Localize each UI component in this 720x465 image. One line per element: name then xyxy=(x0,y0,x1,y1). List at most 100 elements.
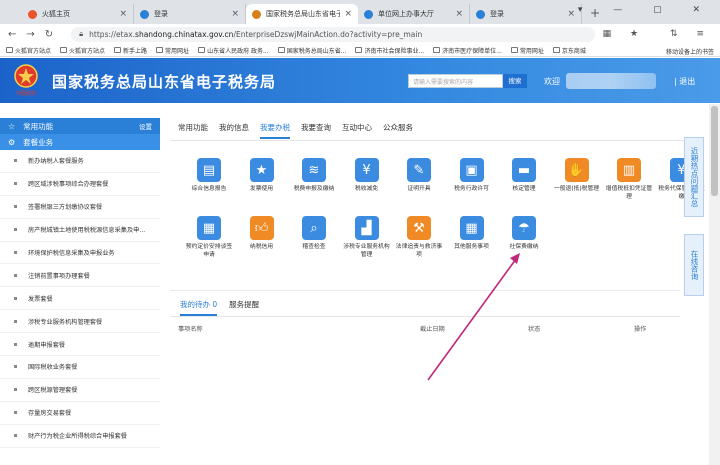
page-scrollbar[interactable] xyxy=(709,104,720,465)
service-tile[interactable]: ▦ 预约定价安排谈签申请 xyxy=(184,216,234,259)
service-tile[interactable]: ▥ 增值税抵扣凭证管理 xyxy=(604,158,654,201)
bullet-icon xyxy=(14,411,17,415)
hotspot-questions-panel[interactable]: 近期热点问题汇总 xyxy=(684,137,704,217)
voucher-icon: ▥ xyxy=(617,158,641,182)
bookmarks-bar: 火狐官方站点 火狐官方站点 新手上路 常用网址 山东省人民政府 政务... 国家税务总局山… xyxy=(0,44,720,57)
col-deadline: 截止日期 xyxy=(420,326,445,333)
service-tile[interactable]: ¥ 税收减免 xyxy=(342,158,392,193)
browser-tab[interactable]: 单位网上办事大厅 × xyxy=(358,4,470,24)
back-icon[interactable]: ← xyxy=(8,29,16,40)
main-tab[interactable]: 我要查询 xyxy=(301,122,331,139)
url-field[interactable]: 🔒︎ https://etax. shandong.chinatax.gov.cn… xyxy=(71,26,595,42)
browser-tab[interactable]: 登录 × xyxy=(134,4,246,24)
bookmark-item[interactable]: 山东省人民政府 政务... xyxy=(198,46,269,55)
sidebar-item[interactable]: 国际税收业务套餐 xyxy=(0,356,160,379)
service-tile[interactable]: ⚒ 法律追责与救济事项 xyxy=(394,216,444,259)
sidebar-item[interactable]: 存量房交易套餐 xyxy=(0,402,160,425)
service-tile[interactable]: ✋ 一般退(抵)税管理 xyxy=(552,158,602,193)
service-tile[interactable]: 👍︎ 纳税信用 xyxy=(237,216,287,251)
scrollbar-thumb[interactable] xyxy=(711,106,718,196)
sidebar-item[interactable]: 注销前置事项办理套餐 xyxy=(0,264,160,288)
bookmark-item[interactable]: 火狐官方站点 xyxy=(60,46,105,55)
bookmark-item[interactable]: 常用网址 xyxy=(156,46,189,55)
bookmark-item[interactable]: 新手上路 xyxy=(114,46,147,55)
tab-favicon-icon xyxy=(252,9,261,19)
todo-tab[interactable]: 服务提醒 xyxy=(229,299,259,316)
close-icon[interactable]: × xyxy=(567,9,575,19)
sidebar-item[interactable]: 财产行为税企业所得税综合申报套餐 xyxy=(0,425,160,448)
bullet-icon xyxy=(14,182,17,186)
service-tile[interactable]: ▣ 税务行政许可 xyxy=(447,158,497,193)
extensions-icon[interactable]: ⇅ ≡ xyxy=(670,29,712,39)
sidebar-item[interactable]: 签署税银三方划缴协议套餐 xyxy=(0,196,160,219)
sidebar-item[interactable]: 房产税城镇土地使用税税源信息采集及申... xyxy=(0,219,160,242)
sidebar-item[interactable]: 新办纳税人套餐服务 xyxy=(0,150,160,173)
todo-tab[interactable]: 我的待办 0 xyxy=(180,299,218,316)
close-icon[interactable]: × xyxy=(231,9,239,19)
folder-icon xyxy=(114,47,122,53)
sidebar-item[interactable]: 跨区税源管理套餐 xyxy=(0,379,160,402)
browser-tab[interactable]: 登录 × xyxy=(470,4,582,24)
tab-favicon-icon xyxy=(28,9,37,19)
license-icon: ▣ xyxy=(459,158,484,182)
online-consult-panel[interactable]: 在线咨询 xyxy=(684,234,704,296)
bullet-icon xyxy=(14,319,17,323)
sidebar-package-header[interactable]: ⚙ 套餐业务 xyxy=(0,134,160,150)
bookmark-item[interactable]: 济南市医疗保障单位... xyxy=(433,46,502,55)
main-tab[interactable]: 常用功能 xyxy=(178,122,208,139)
welcome-text: 欢迎 xyxy=(544,77,560,86)
browser-tab[interactable]: 国家税务总局山东省电子税务局× xyxy=(246,4,358,24)
close-icon[interactable]: × xyxy=(455,9,463,19)
bullet-icon xyxy=(14,159,17,163)
layers-icon: ≋ xyxy=(302,158,326,182)
browser-tab[interactable]: 火狐主页 × xyxy=(22,4,134,24)
bookmark-item[interactable]: 火狐官方站点 xyxy=(6,46,51,55)
service-tile[interactable]: ≋ 税费申报及缴纳 xyxy=(289,158,339,193)
lock-icon: 🔒︎ xyxy=(79,29,84,38)
settings-link[interactable]: 设置 xyxy=(139,121,152,131)
bookmark-item[interactable]: 京东商城 xyxy=(552,46,586,55)
service-tile[interactable]: ☂ 社保费缴纳 xyxy=(499,216,549,251)
close-icon[interactable]: × xyxy=(119,9,127,19)
todo-panel: 我的待办 0 服务提醒 事项名称 截止日期 状态 操作 xyxy=(170,290,680,465)
search-input[interactable]: 请输入需要搜索的内容 xyxy=(408,74,503,88)
service-tile[interactable]: ⌕ 稽查检查 xyxy=(289,216,339,251)
main-tab[interactable]: 我要办税 xyxy=(260,122,290,139)
sidebar-common-header[interactable]: ☆ 常用功能 设置 xyxy=(0,118,160,134)
service-tile[interactable]: ✎ 证明开具 xyxy=(394,158,444,193)
bullet-icon xyxy=(14,251,17,254)
search-button[interactable]: 搜索 xyxy=(503,74,527,88)
main-tab[interactable]: 我的信息 xyxy=(219,122,249,139)
bullet-icon xyxy=(14,205,17,209)
reload-icon[interactable]: ↻ xyxy=(45,29,53,40)
folder-icon xyxy=(6,47,13,53)
folder-icon xyxy=(277,47,285,53)
main-tab[interactable]: 互动中心 xyxy=(342,122,372,139)
bookmark-star-icon[interactable]: ▦ ★ xyxy=(603,29,646,39)
service-tile[interactable]: ▟ 涉税专业服务机构管理 xyxy=(342,216,392,259)
close-icon[interactable]: × xyxy=(344,9,352,19)
service-tile[interactable]: ▦ 其他服务事项 xyxy=(447,216,497,251)
service-tile[interactable]: ▤ 综合信息报告 xyxy=(184,158,234,193)
sidebar-item[interactable]: 涉税专业服务机构管理套餐 xyxy=(0,310,160,334)
service-tile[interactable]: ★ 发票使用 xyxy=(237,158,287,193)
sidebar-item[interactable]: 逾期申报套餐 xyxy=(0,333,160,357)
service-tile[interactable]: ▬ 核定管理 xyxy=(499,158,549,193)
bookmark-item[interactable]: 国家税务总局山东省... xyxy=(277,46,346,55)
thumbs-up-icon: 👍︎ xyxy=(249,216,274,240)
col-item-name: 事项名称 xyxy=(178,326,203,333)
todo-divider xyxy=(170,316,680,317)
bullet-icon xyxy=(14,434,17,438)
sidebar-item[interactable]: 跨区域涉税事项综合办理套餐 xyxy=(0,173,160,196)
sidebar-item[interactable]: 环境保护税信息采集及申报业务 xyxy=(0,242,160,265)
logout-link[interactable]: | 退出 xyxy=(674,76,695,87)
bookmark-item[interactable]: 常用网址 xyxy=(510,46,544,55)
sidebar-item[interactable]: 发票套餐 xyxy=(0,287,160,311)
pen-icon: ✎ xyxy=(407,158,431,182)
forward-icon[interactable]: → xyxy=(26,29,34,40)
bullet-icon xyxy=(14,296,17,300)
bookmark-item[interactable]: 济南市社会保险事业... xyxy=(355,46,424,55)
window-controls[interactable]: ▾ — ▢ ✕ xyxy=(578,5,714,15)
main-tab[interactable]: 公众服务 xyxy=(383,122,413,139)
mobile-bookmarks[interactable]: 移动设备上的书签 xyxy=(666,47,714,56)
